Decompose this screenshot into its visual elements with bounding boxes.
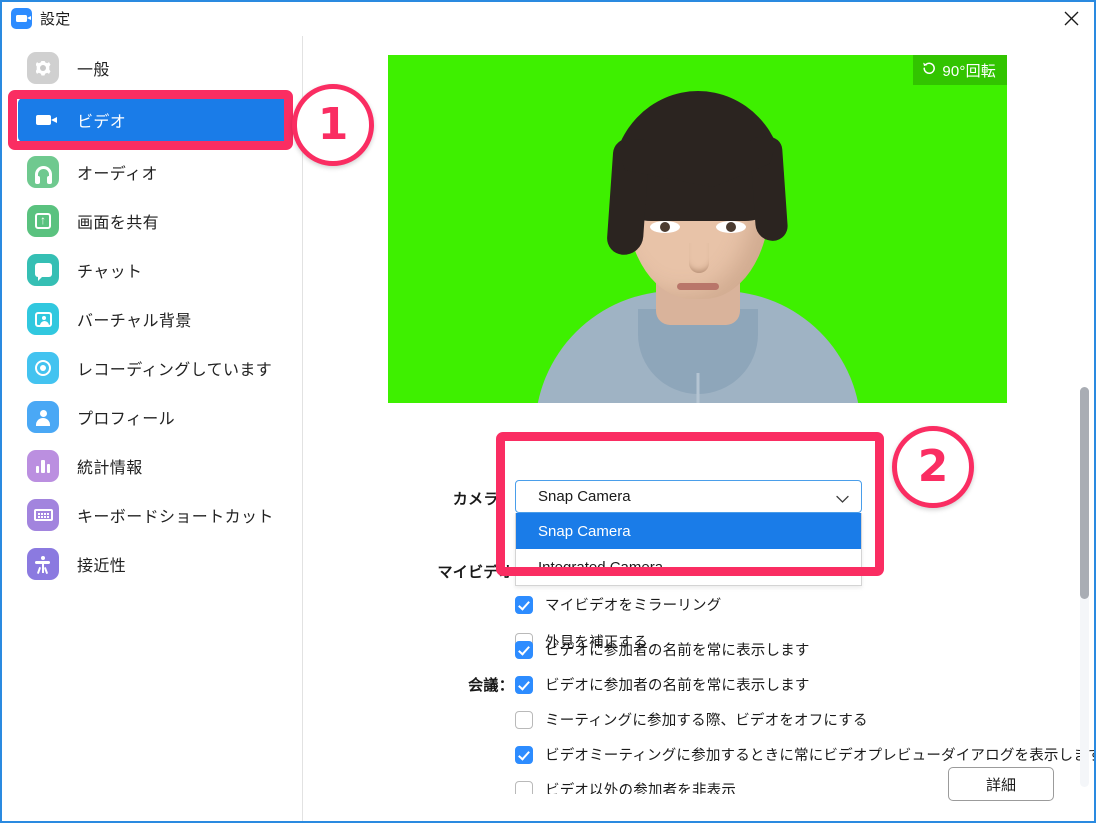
sidebar-item-label: 接近性 [77,558,127,575]
virtual-background-icon [27,303,59,335]
portrait-nose [689,243,709,273]
sidebar-item-label: チャット [77,264,143,281]
sidebar-item-keyboard-shortcuts[interactable]: キーボードショートカット [18,493,289,537]
sidebar-item-recording[interactable]: レコーディングしています [18,346,289,390]
my-video-label: マイビデオ [437,564,514,581]
advanced-button[interactable]: 詳細 [948,767,1054,801]
checkbox-label: ビデオミーティングに参加するときに常にビデオプレビューダイアログを表示します [545,748,1096,764]
title-bar: 設定 [2,2,1094,35]
sidebar-item-accessibility[interactable]: 接近性 [18,542,289,586]
checkbox-turn-off-video-on-join[interactable] [515,710,533,729]
sidebar-item-label: 統計情報 [77,460,143,477]
chevron-down-icon [836,491,849,509]
sidebar-item-screen-share[interactable]: 画面を共有 [18,199,289,243]
rotate-90-button[interactable]: 90°回転 [913,55,1007,85]
sidebar-item-statistics[interactable]: 統計情報 [18,444,289,488]
video-preview: 90°回転 [388,55,1007,403]
sidebar-item-label: キーボードショートカット [77,509,274,526]
portrait-eye-left [649,221,680,233]
meeting-label: 会議： [468,677,514,694]
zoom-logo-icon [11,8,32,29]
checkbox-label: ミーティングに参加する際、ビデオをオフにする [545,713,868,729]
sidebar-item-label: 画面を共有 [77,215,160,232]
sidebar-item-general[interactable]: 一般 [18,46,289,90]
checkbox-row-always-display-names[interactable]: ビデオに参加者の名前を常に表示します [515,639,810,660]
camera-label: カメラ： [452,491,514,508]
video-camera-icon [27,104,59,136]
camera-option-integrated[interactable]: Integrated Camera [516,549,861,585]
sidebar-item-label: レコーディングしています [77,362,273,379]
camera-dropdown-list: Snap Camera Integrated Camera [515,513,862,586]
sidebar-item-label: ビデオ [77,114,127,131]
gear-icon [27,52,59,84]
checkbox-label: ビデオに参加者の名前を常に表示します [545,643,810,659]
keyboard-icon [27,499,59,531]
rotate-ccw-icon [921,60,937,80]
sidebar-item-label: オーディオ [77,166,158,183]
checkbox-mirror-video[interactable] [515,595,533,614]
scrollbar-track[interactable] [1080,387,1089,787]
sidebar: 一般 ビデオ オーディオ 画面を共有 チャット バーチャル背景 レコーディングし… [4,36,303,821]
scrollbar-thumb[interactable] [1080,387,1089,599]
window-title: 設定 [40,11,71,28]
chat-bubble-icon [27,254,59,286]
checkbox-row-video-preview-dialog[interactable]: ビデオミーティングに参加するときに常にビデオプレビューダイアログを表示します [515,744,1096,765]
sidebar-item-audio[interactable]: オーディオ [18,150,289,194]
screen-share-icon [27,205,59,237]
close-icon[interactable] [1048,2,1094,35]
portrait-eye-right [715,221,746,233]
bar-chart-icon [27,450,59,482]
record-icon [27,352,59,384]
checkbox-video-preview-dialog[interactable] [515,745,533,764]
sidebar-item-chat[interactable]: チャット [18,248,289,292]
main-panel: 90°回転 カメラ： Snap Camera Snap Camera Integ… [304,36,1096,821]
rotate-button-label: 90°回転 [942,62,996,80]
checkbox-label: マイビデオをミラーリング [545,598,722,614]
sidebar-item-profile[interactable]: プロフィール [18,395,289,439]
sidebar-item-label: プロフィール [77,411,176,428]
portrait-mouth [676,283,719,290]
camera-option-snap[interactable]: Snap Camera [516,513,861,549]
profile-person-icon [27,401,59,433]
sidebar-item-video[interactable]: ビデオ [18,98,289,142]
headphones-icon [27,156,59,188]
checkbox-row-turn-off-video-on-join[interactable]: ミーティングに参加する際、ビデオをオフにする [515,709,868,730]
sidebar-item-virtual-background[interactable]: バーチャル背景 [18,297,289,341]
settings-window: 設定 一般 ビデオ オーディオ 画面を共有 チャット [0,0,1096,823]
checkbox-label: ビデオに参加者の名前を常に表示します [545,678,810,694]
camera-select[interactable]: Snap Camera [515,480,862,513]
checkbox-always-display-names[interactable] [515,640,533,659]
accessibility-icon [27,548,59,580]
checkbox-always-display-names[interactable] [515,675,533,694]
camera-selected-value: Snap Camera [538,488,631,505]
checkbox-row-mirror-video[interactable]: マイビデオをミラーリング [515,594,721,615]
sidebar-item-label: バーチャル背景 [77,313,192,330]
checkbox-row-always-display-names[interactable]: ビデオに参加者の名前を常に表示します [515,674,810,695]
sidebar-item-label: 一般 [77,62,110,79]
